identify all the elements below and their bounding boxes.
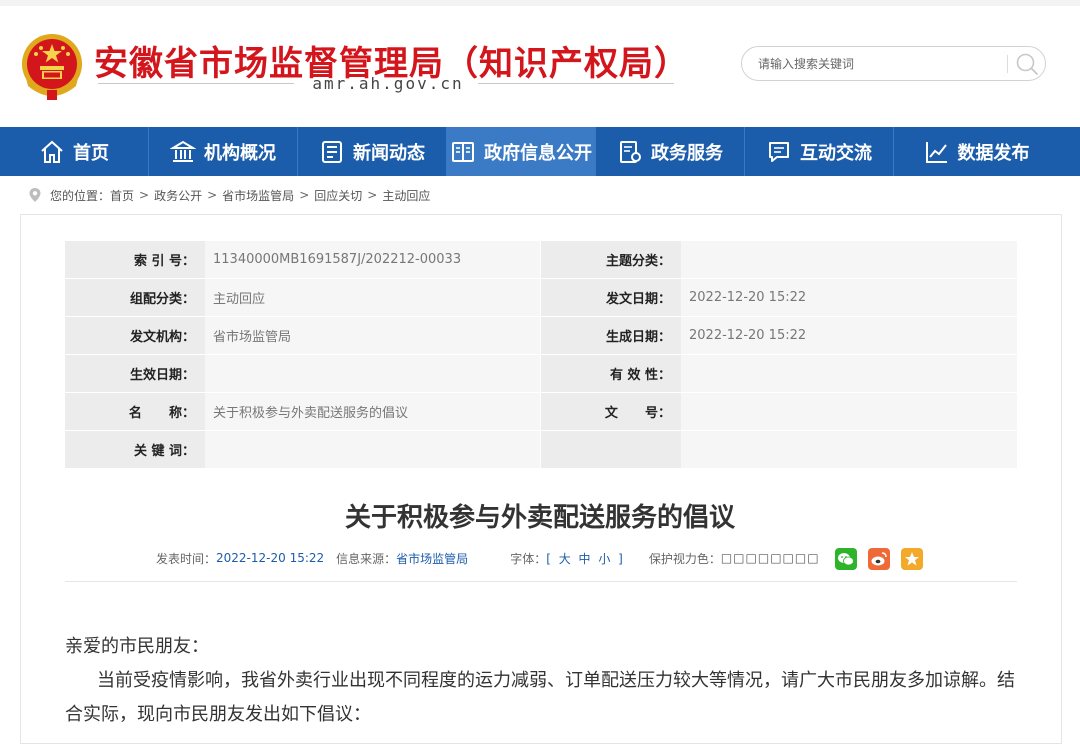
meta-label: 生效日期： — [65, 355, 205, 392]
nav-label: 互动交流 — [800, 142, 872, 164]
chat-icon — [769, 141, 789, 162]
publish-date-value: 2022-12-20 15:22 — [216, 551, 325, 565]
breadcrumb-separator: > — [367, 188, 378, 202]
home-icon — [41, 140, 63, 163]
article-greeting: 亲爱的市民朋友： — [65, 636, 209, 657]
nav-item-gov-info[interactable]: 政府信息公开 — [447, 127, 596, 176]
favorite-icon[interactable] — [901, 548, 923, 570]
meta-label: 有 效 性： — [541, 355, 681, 392]
meta-value: 主动回应 — [205, 279, 541, 316]
national-emblem-icon — [22, 34, 82, 100]
site-domain: amr.ah.gov.cn — [312, 74, 464, 93]
publish-date-label: 发表时间： — [156, 551, 217, 566]
location-pin-icon — [29, 188, 41, 202]
meta-value: 2022-12-20 15:22 — [681, 279, 1017, 316]
meta-label: 主题分类： — [541, 241, 681, 278]
search-icon[interactable] — [1014, 51, 1040, 77]
meta-label: 索 引 号： — [65, 241, 205, 278]
search-box — [741, 46, 1046, 81]
meta-value — [205, 355, 541, 392]
breadcrumb-prefix: 您的位置： — [50, 188, 111, 203]
title-line-right — [478, 83, 674, 84]
meta-label: 生成日期： — [541, 317, 681, 354]
meta-value: 省市场监管局 — [205, 317, 541, 354]
source-value: 省市场监管局 — [396, 551, 469, 566]
nav-item-news[interactable]: 新闻动态 — [298, 127, 447, 176]
meta-value — [681, 355, 1017, 392]
metadata-table: 索 引 号： 11340000MB1691587J/202212-00033 主… — [65, 241, 1017, 469]
title-line-left — [98, 83, 294, 84]
meta-value: 关于积极参与外卖配送服务的倡议 — [205, 393, 541, 430]
meta-row: 名 称： 关于积极参与外卖配送服务的倡议 文 号： — [65, 393, 1017, 431]
article-title: 关于积极参与外卖配送服务的倡议 — [344, 503, 735, 533]
nav-item-interaction[interactable]: 互动交流 — [745, 127, 894, 176]
meta-label: 名 称： — [65, 393, 205, 430]
search-input[interactable] — [758, 55, 998, 73]
nav-item-about[interactable]: 机构概况 — [149, 127, 298, 176]
chart-icon — [925, 141, 947, 163]
meta-label: 关 键 词： — [65, 431, 205, 468]
meta-row: 发文机构： 省市场监管局 生成日期： 2022-12-20 15:22 — [65, 317, 1017, 355]
meta-value — [681, 241, 1017, 278]
article-info-bar: 发表时间： 2022-12-20 15:22 信息来源： 省市场监管局 字体： … — [156, 548, 820, 568]
nav-item-data[interactable]: 数据发布 — [894, 127, 1059, 176]
news-icon — [322, 140, 342, 163]
breadcrumb-gov-affairs[interactable]: 政务公开 — [154, 187, 202, 204]
eye-protect-label: 保护视力色： — [648, 551, 721, 566]
meta-row: 关 键 词： — [65, 431, 1017, 469]
service-icon — [620, 140, 641, 163]
nav-label: 数据发布 — [957, 142, 1030, 164]
meta-value — [681, 431, 1017, 468]
article-body: 亲爱的市民朋友： 当前受疫情影响，我省外卖行业出现不同程度的运力减弱、订单配送压… — [65, 630, 1020, 732]
eye-protect-color-swatches[interactable]: □□□□□□□□ — [721, 551, 820, 565]
meta-row: 索 引 号： 11340000MB1691587J/202212-00033 主… — [65, 241, 1017, 279]
main-nav: 首页 机构概况 新闻动态 政府信息公开 政务服务 互动交流 数据发布 — [0, 127, 1080, 176]
meta-row: 生效日期： 有 效 性： — [65, 355, 1017, 393]
meta-value — [681, 393, 1017, 430]
nav-label: 政府信息公开 — [484, 142, 592, 164]
meta-value: 2022-12-20 15:22 — [681, 317, 1017, 354]
nav-item-home[interactable]: 首页 — [0, 127, 149, 176]
article-paragraph: 当前受疫情影响，我省外卖行业出现不同程度的运力减弱、订单配送压力较大等情况，请广… — [65, 670, 1015, 725]
meta-label — [541, 431, 681, 468]
font-size-label: 字体： — [510, 551, 547, 566]
nav-label: 政务服务 — [651, 142, 723, 164]
nav-item-services[interactable]: 政务服务 — [596, 127, 745, 176]
breadcrumb-concerns[interactable]: 回应关切 — [314, 187, 362, 204]
meta-label: 发文机构： — [65, 317, 205, 354]
breadcrumb-separator: > — [207, 188, 218, 202]
building-icon — [170, 140, 196, 162]
nav-label: 机构概况 — [204, 142, 276, 164]
font-size-selector[interactable]: [ 大 中 小 ] — [546, 550, 625, 567]
meta-value — [205, 431, 541, 468]
breadcrumb-home[interactable]: 首页 — [110, 187, 134, 204]
breadcrumb-current[interactable]: 主动回应 — [382, 187, 430, 204]
nav-label: 首页 — [73, 142, 109, 164]
meta-label: 发文日期： — [541, 279, 681, 316]
site-header: 安徽省市场监督管理局（知识产权局） amr.ah.gov.cn — [0, 6, 1080, 127]
wechat-icon[interactable] — [835, 548, 857, 570]
search-divider — [1007, 55, 1008, 73]
open-book-icon — [452, 141, 474, 162]
meta-row: 组配分类： 主动回应 发文日期： 2022-12-20 15:22 — [65, 279, 1017, 317]
source-label: 信息来源： — [336, 551, 397, 566]
breadcrumb: 您的位置： 首页 > 政务公开 > 省市场监管局 > 回应关切 > 主动回应 — [28, 186, 430, 204]
breadcrumb-bureau[interactable]: 省市场监管局 — [222, 187, 294, 204]
breadcrumb-separator: > — [299, 188, 310, 202]
meta-label: 组配分类： — [65, 279, 205, 316]
meta-label: 文 号： — [541, 393, 681, 430]
content-divider — [65, 581, 1017, 582]
breadcrumb-separator: > — [139, 188, 150, 202]
weibo-icon[interactable] — [868, 548, 890, 570]
nav-label: 新闻动态 — [353, 142, 425, 164]
meta-value: 11340000MB1691587J/202212-00033 — [205, 241, 541, 278]
